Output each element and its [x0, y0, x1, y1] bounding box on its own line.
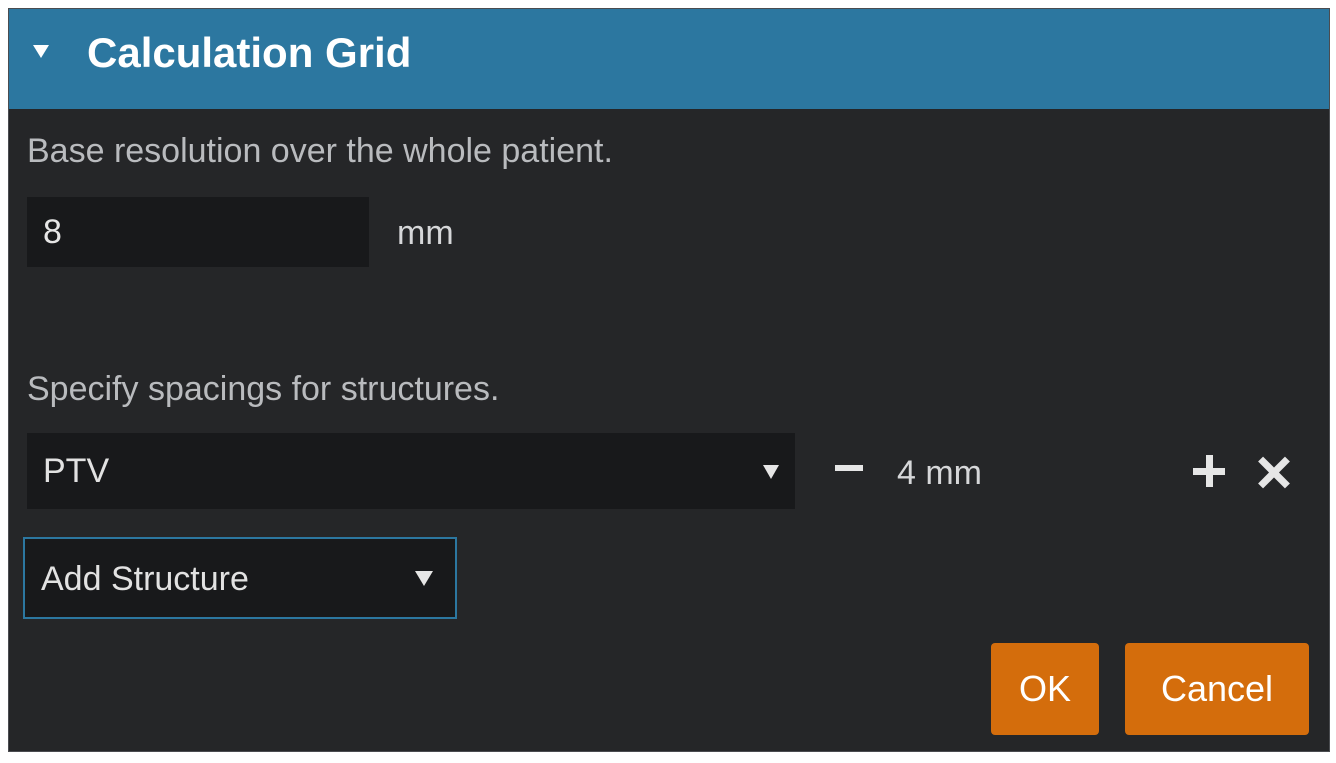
collapse-triangle-icon[interactable] — [33, 45, 49, 58]
remove-structure-close-icon[interactable] — [1257, 455, 1291, 489]
panel-title: Calculation Grid — [87, 29, 412, 76]
add-structure-label: Add Structure — [41, 560, 249, 598]
cancel-button[interactable]: Cancel — [1125, 643, 1309, 735]
base-resolution-description: Base resolution over the whole patient. — [27, 132, 613, 170]
structure-spacing-value: 4 mm — [897, 454, 982, 492]
structure-select-ptv[interactable]: PTV — [27, 433, 795, 509]
structure-select-value: PTV — [43, 452, 110, 490]
base-resolution-unit: mm — [397, 214, 454, 252]
caret-down-icon — [763, 465, 779, 479]
ok-button[interactable]: OK — [991, 643, 1099, 735]
base-resolution-input[interactable] — [27, 197, 369, 267]
decrease-spacing-minus-icon[interactable] — [831, 449, 867, 485]
caret-down-icon — [415, 571, 433, 586]
add-structure-dropdown[interactable]: Add Structure — [23, 537, 457, 619]
panel-header[interactable]: Calculation Grid — [9, 9, 1329, 109]
calculation-grid-panel: Calculation Grid Base resolution over th… — [8, 8, 1330, 752]
structure-spacing-description: Specify spacings for structures. — [27, 370, 500, 408]
increase-spacing-plus-icon[interactable] — [1193, 455, 1225, 487]
